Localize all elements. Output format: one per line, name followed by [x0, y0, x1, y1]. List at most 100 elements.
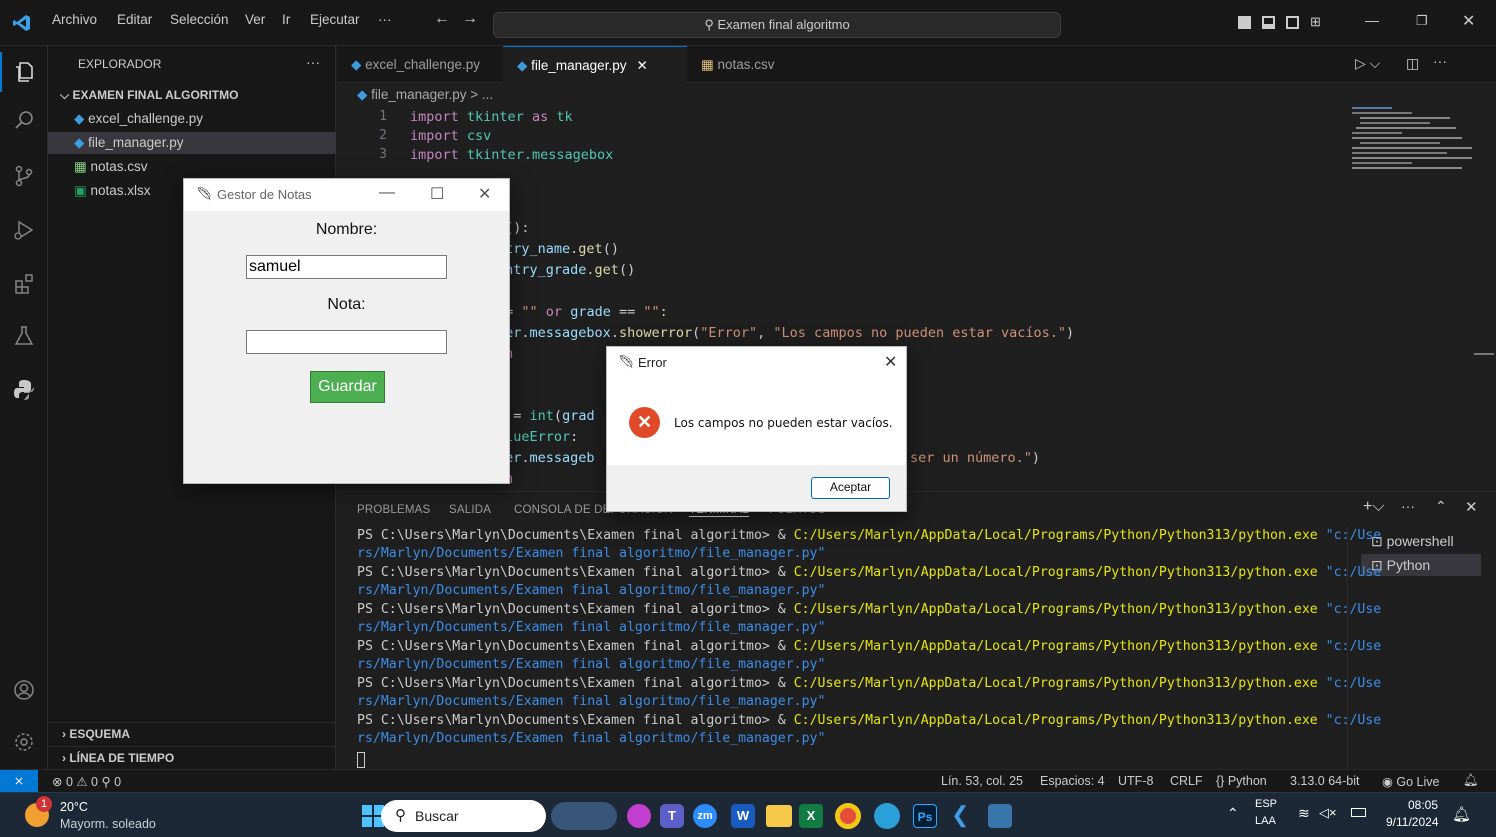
close-button[interactable]: ✕: [1462, 11, 1475, 31]
widgets-image-icon[interactable]: [551, 802, 617, 830]
excel-icon[interactable]: X: [799, 804, 823, 828]
restore-button[interactable]: ❐: [1416, 13, 1428, 29]
command-center-search[interactable]: ⚲ Examen final algoritmo: [493, 12, 1061, 38]
python-version[interactable]: 3.13.0 64-bit: [1290, 774, 1360, 788]
tab-notas-csv[interactable]: ▦ notas.csv: [687, 46, 807, 83]
weather-desc[interactable]: Mayorm. soleado: [60, 817, 156, 831]
clock-time[interactable]: 08:05: [1408, 798, 1438, 812]
language-layout[interactable]: LAA: [1255, 815, 1276, 827]
taskbar-search[interactable]: ⚲ Buscar: [381, 800, 546, 832]
battery-icon[interactable]: [1351, 808, 1366, 817]
language-mode[interactable]: {} Python: [1216, 774, 1267, 788]
save-button[interactable]: Guardar: [310, 371, 385, 403]
outline-label: ESQUEMA: [69, 727, 131, 741]
word-icon[interactable]: W: [731, 804, 755, 828]
clock-date[interactable]: 9/11/2024: [1386, 815, 1439, 829]
error-close-button[interactable]: ✕: [884, 352, 897, 372]
explorer-icon[interactable]: [12, 60, 36, 84]
volume-icon[interactable]: ◁×: [1319, 805, 1337, 821]
tab-file-manager[interactable]: ◆ file_manager.py ✕: [503, 46, 687, 83]
gear-icon[interactable]: [12, 730, 36, 754]
scrollbar-indicator[interactable]: [1474, 353, 1494, 355]
file-explorer-icon[interactable]: [766, 805, 792, 827]
bell-icon[interactable]: 🔔︎: [1463, 773, 1479, 788]
minimize-button[interactable]: —: [1365, 12, 1379, 28]
python-taskbar-icon[interactable]: [988, 804, 1012, 828]
toggle-sidebar-icon[interactable]: [1238, 16, 1251, 29]
menu-editar[interactable]: Editar: [117, 12, 152, 27]
file-notas-csv[interactable]: ▦ notas.csv: [48, 156, 336, 178]
code-line: import tkinter.messagebox: [410, 147, 614, 163]
toggle-secondary-sidebar-icon[interactable]: [1286, 16, 1299, 29]
tab-label: file_manager.py: [531, 58, 627, 73]
zoom-icon[interactable]: zm: [693, 804, 717, 828]
menu-more[interactable]: ···: [378, 12, 392, 27]
encoding[interactable]: UTF-8: [1118, 774, 1153, 788]
run-file-icon[interactable]: ▷ ⌵: [1355, 55, 1380, 72]
chevron-up-icon[interactable]: ⌃: [1227, 805, 1239, 822]
close-panel-icon[interactable]: ✕: [1465, 498, 1478, 516]
code-editor[interactable]: ◆ file_manager.py > ... 1 import tkinter …: [337, 83, 1496, 487]
gestor-minimize-button[interactable]: —: [379, 184, 395, 202]
go-live-button[interactable]: ◉ Go Live: [1382, 774, 1439, 789]
back-arrow-icon[interactable]: ←: [434, 10, 450, 28]
timeline-section[interactable]: › LÍNEA DE TIEMPO: [48, 746, 336, 768]
vscode-taskbar-icon[interactable]: ❮: [951, 802, 969, 828]
line-ending[interactable]: CRLF: [1170, 774, 1203, 788]
tab-output[interactable]: SALIDA: [449, 504, 491, 516]
photoshop-icon[interactable]: Ps: [913, 804, 937, 828]
gestor-titlebar[interactable]: 🪶︎ Gestor de Notas — ☐ ✕: [184, 179, 509, 211]
file-excel-challenge[interactable]: ◆ excel_challenge.py: [48, 108, 336, 130]
weather-temp[interactable]: 20°C: [60, 800, 88, 814]
edge-icon[interactable]: [874, 803, 900, 829]
notification-bell-icon[interactable]: 🔔︎: [1452, 805, 1471, 823]
problems-count[interactable]: ⊗ 0 ⚠ 0 ⚲ 0: [52, 774, 121, 789]
broadcast-icon: ◉: [1382, 775, 1397, 789]
panel-more-icon[interactable]: ···: [1401, 498, 1415, 514]
editor-more-icon[interactable]: ···: [1433, 53, 1447, 69]
menu-ir[interactable]: Ir: [282, 12, 290, 27]
menu-ejecutar[interactable]: Ejecutar: [310, 12, 360, 27]
title-bar: Archivo Editar Selección Ver Ir Ejecutar…: [0, 0, 1496, 46]
ok-button[interactable]: Aceptar: [811, 477, 890, 499]
account-icon[interactable]: [12, 678, 36, 702]
teams-icon[interactable]: T: [660, 804, 684, 828]
search-icon[interactable]: [12, 108, 36, 132]
python-icon[interactable]: [12, 378, 36, 402]
copilot-icon[interactable]: [627, 804, 651, 828]
outline-section[interactable]: › ESQUEMA: [48, 722, 336, 744]
minimap[interactable]: [1352, 105, 1477, 245]
cursor-position[interactable]: Lín. 53, col. 25: [941, 774, 1023, 788]
toggle-panel-icon[interactable]: [1262, 16, 1275, 29]
code-line-name: ntry_name.get(): [497, 241, 619, 257]
breadcrumb[interactable]: ◆ file_manager.py > ...: [357, 87, 493, 103]
gestor-maximize-button[interactable]: ☐: [430, 184, 444, 204]
grade-input[interactable]: [246, 330, 447, 354]
indentation[interactable]: Espacios: 4: [1040, 774, 1105, 788]
extensions-icon[interactable]: [12, 272, 36, 296]
maximize-panel-icon[interactable]: ⌃: [1435, 498, 1447, 515]
source-control-icon[interactable]: [12, 164, 36, 188]
forward-arrow-icon[interactable]: →: [462, 10, 478, 28]
file-file-manager[interactable]: ◆ file_manager.py: [48, 132, 336, 154]
close-tab-icon[interactable]: ✕: [636, 58, 647, 73]
chrome-icon[interactable]: [835, 803, 861, 829]
menu-archivo[interactable]: Archivo: [52, 12, 97, 27]
testing-icon[interactable]: [12, 324, 36, 348]
gestor-close-button[interactable]: ✕: [478, 184, 491, 204]
explorer-more-icon[interactable]: ···: [306, 54, 320, 70]
split-editor-icon[interactable]: ◫: [1406, 55, 1419, 72]
line-number: 1: [379, 109, 387, 124]
tab-problems[interactable]: PROBLEMAS: [357, 504, 430, 516]
wifi-icon[interactable]: ≋: [1298, 805, 1310, 822]
folder-header[interactable]: ⌵ EXAMEN FINAL ALGORITMO: [48, 84, 336, 106]
menu-ver[interactable]: Ver: [245, 12, 265, 27]
language-code[interactable]: ESP: [1255, 798, 1277, 810]
run-debug-icon[interactable]: [12, 218, 36, 242]
menu-seleccion[interactable]: Selección: [170, 12, 229, 27]
name-input[interactable]: samuel: [246, 255, 447, 279]
customize-layout-icon[interactable]: ⊞: [1310, 14, 1321, 30]
tab-excel-challenge[interactable]: ◆ excel_challenge.py: [337, 46, 503, 83]
remote-icon[interactable]: ⨯: [0, 770, 38, 792]
new-terminal-icon[interactable]: +⌵: [1363, 498, 1384, 516]
